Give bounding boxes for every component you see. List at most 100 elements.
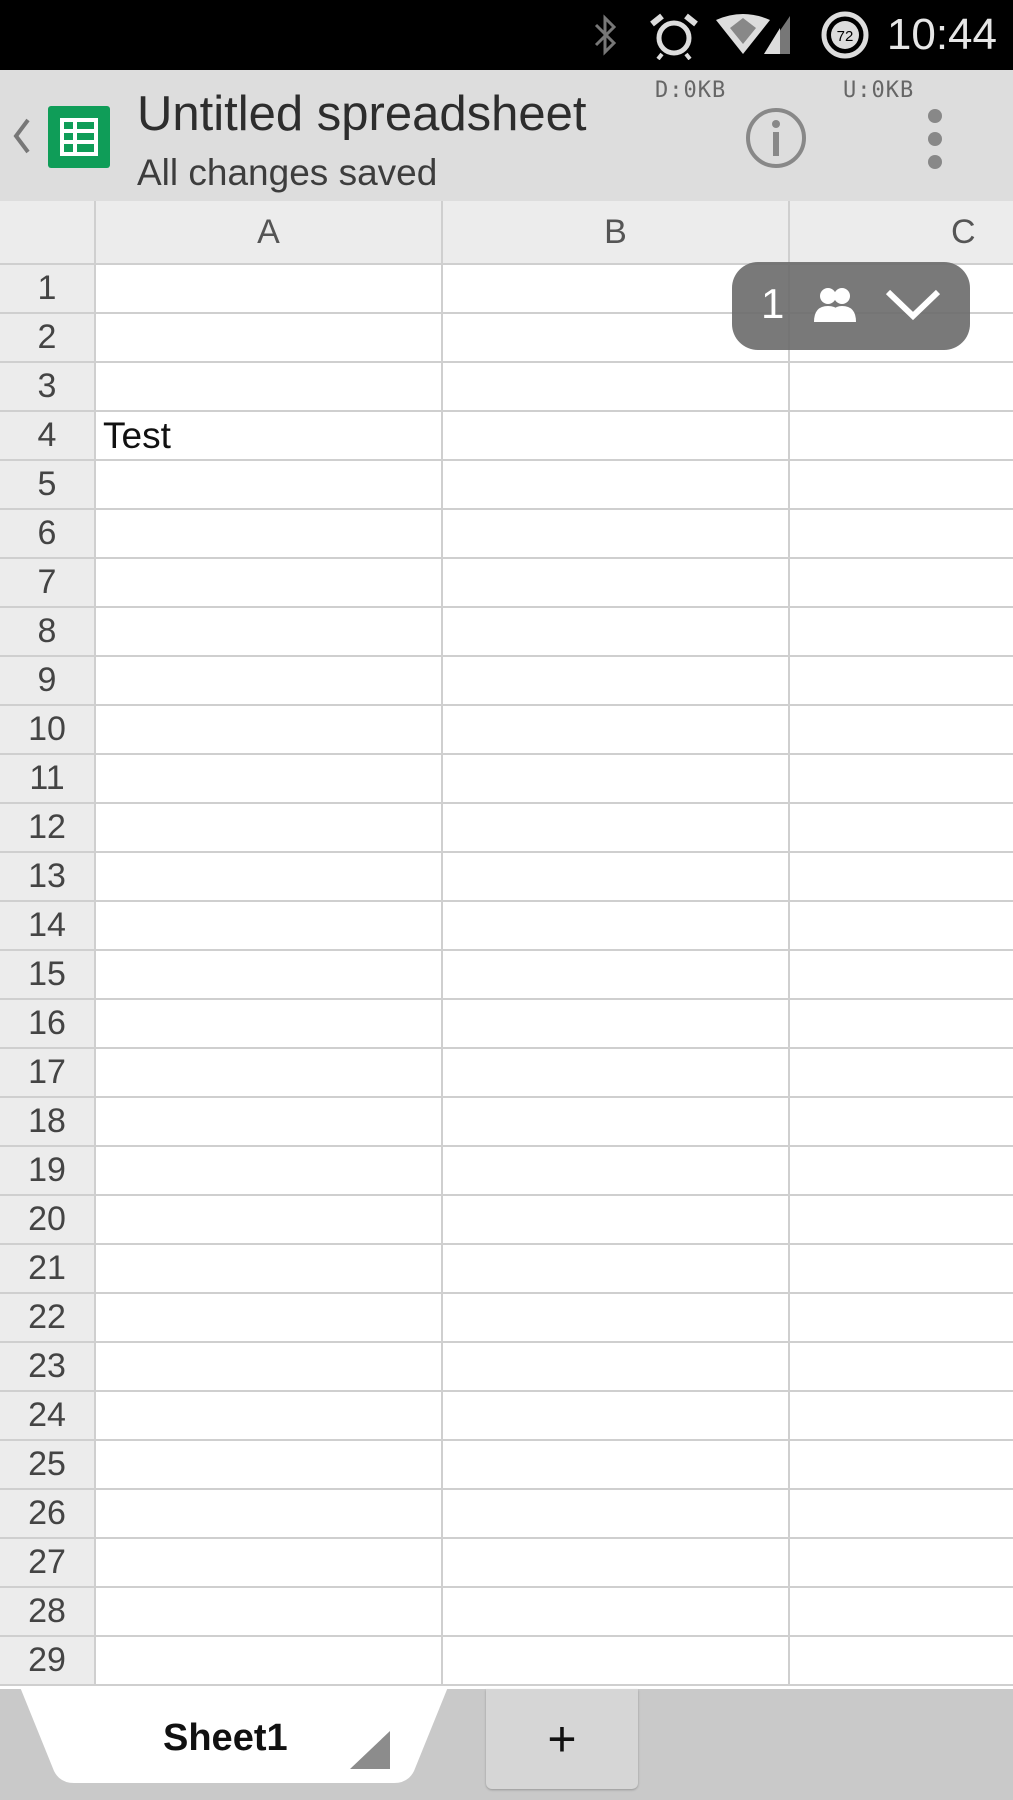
cell-a14[interactable] (96, 902, 443, 951)
row-header[interactable]: 20 (0, 1196, 96, 1245)
cell-a25[interactable] (96, 1441, 443, 1490)
cell-a22[interactable] (96, 1294, 443, 1343)
cell-b24[interactable] (443, 1392, 790, 1441)
cell-b11[interactable] (443, 755, 790, 804)
row-header[interactable]: 2 (0, 314, 96, 363)
cell-a23[interactable] (96, 1343, 443, 1392)
sheets-logo-icon[interactable] (48, 106, 110, 168)
info-button[interactable] (744, 106, 808, 170)
back-chevron-icon[interactable] (10, 116, 34, 161)
cell-a20[interactable] (96, 1196, 443, 1245)
cell-a1[interactable] (96, 265, 443, 314)
row-header[interactable]: 5 (0, 461, 96, 510)
column-header-c[interactable]: C (790, 201, 1013, 265)
cell-c23[interactable] (790, 1343, 1013, 1392)
cell-a3[interactable] (96, 363, 443, 412)
cell-a19[interactable] (96, 1147, 443, 1196)
overflow-menu-button[interactable] (922, 108, 948, 170)
cell-b20[interactable] (443, 1196, 790, 1245)
cell-b8[interactable] (443, 608, 790, 657)
cell-a4[interactable]: Test (96, 412, 443, 461)
cell-c21[interactable] (790, 1245, 1013, 1294)
cell-b27[interactable] (443, 1539, 790, 1588)
cell-b15[interactable] (443, 951, 790, 1000)
cell-b7[interactable] (443, 559, 790, 608)
cell-c27[interactable] (790, 1539, 1013, 1588)
row-header[interactable]: 16 (0, 1000, 96, 1049)
cell-b10[interactable] (443, 706, 790, 755)
cell-a26[interactable] (96, 1490, 443, 1539)
cell-c22[interactable] (790, 1294, 1013, 1343)
cell-a12[interactable] (96, 804, 443, 853)
cell-a8[interactable] (96, 608, 443, 657)
cell-a13[interactable] (96, 853, 443, 902)
cell-c25[interactable] (790, 1441, 1013, 1490)
row-header[interactable]: 9 (0, 657, 96, 706)
cell-a2[interactable] (96, 314, 443, 363)
row-header[interactable]: 17 (0, 1049, 96, 1098)
cell-b26[interactable] (443, 1490, 790, 1539)
cell-c12[interactable] (790, 804, 1013, 853)
row-header[interactable]: 1 (0, 265, 96, 314)
row-header[interactable]: 22 (0, 1294, 96, 1343)
select-all-corner[interactable] (0, 201, 96, 265)
cell-b25[interactable] (443, 1441, 790, 1490)
cell-c14[interactable] (790, 902, 1013, 951)
column-header-a[interactable]: A (96, 201, 443, 265)
cell-b5[interactable] (443, 461, 790, 510)
row-header[interactable]: 12 (0, 804, 96, 853)
cell-b12[interactable] (443, 804, 790, 853)
cell-c17[interactable] (790, 1049, 1013, 1098)
cell-c5[interactable] (790, 461, 1013, 510)
row-header[interactable]: 21 (0, 1245, 96, 1294)
cell-b6[interactable] (443, 510, 790, 559)
row-header[interactable]: 26 (0, 1490, 96, 1539)
cell-c7[interactable] (790, 559, 1013, 608)
cell-a29[interactable] (96, 1637, 443, 1686)
cell-a6[interactable] (96, 510, 443, 559)
row-header[interactable]: 15 (0, 951, 96, 1000)
row-header[interactable]: 19 (0, 1147, 96, 1196)
row-header[interactable]: 27 (0, 1539, 96, 1588)
cell-c9[interactable] (790, 657, 1013, 706)
cell-b14[interactable] (443, 902, 790, 951)
sheet-menu-triangle-icon[interactable] (350, 1731, 392, 1776)
cell-a5[interactable] (96, 461, 443, 510)
cell-c4[interactable] (790, 412, 1013, 461)
cell-b3[interactable] (443, 363, 790, 412)
cell-c26[interactable] (790, 1490, 1013, 1539)
cell-a17[interactable] (96, 1049, 443, 1098)
cell-c10[interactable] (790, 706, 1013, 755)
row-header[interactable]: 8 (0, 608, 96, 657)
cell-b19[interactable] (443, 1147, 790, 1196)
cell-b9[interactable] (443, 657, 790, 706)
cell-a16[interactable] (96, 1000, 443, 1049)
cell-b17[interactable] (443, 1049, 790, 1098)
cell-c20[interactable] (790, 1196, 1013, 1245)
cell-c19[interactable] (790, 1147, 1013, 1196)
row-header[interactable]: 24 (0, 1392, 96, 1441)
cell-a11[interactable] (96, 755, 443, 804)
row-header[interactable]: 10 (0, 706, 96, 755)
cell-b23[interactable] (443, 1343, 790, 1392)
cell-c18[interactable] (790, 1098, 1013, 1147)
column-header-b[interactable]: B (443, 201, 790, 265)
row-header[interactable]: 18 (0, 1098, 96, 1147)
cell-c29[interactable] (790, 1637, 1013, 1686)
cell-c13[interactable] (790, 853, 1013, 902)
cell-b29[interactable] (443, 1637, 790, 1686)
cell-a24[interactable] (96, 1392, 443, 1441)
cell-b4[interactable] (443, 412, 790, 461)
cell-a9[interactable] (96, 657, 443, 706)
cell-b16[interactable] (443, 1000, 790, 1049)
add-sheet-button[interactable]: + (486, 1689, 638, 1789)
cell-c24[interactable] (790, 1392, 1013, 1441)
document-title[interactable]: Untitled spreadsheet (137, 86, 586, 142)
row-header[interactable]: 7 (0, 559, 96, 608)
row-header[interactable]: 29 (0, 1637, 96, 1686)
cell-c15[interactable] (790, 951, 1013, 1000)
cell-a21[interactable] (96, 1245, 443, 1294)
cell-c3[interactable] (790, 363, 1013, 412)
cell-a15[interactable] (96, 951, 443, 1000)
row-header[interactable]: 23 (0, 1343, 96, 1392)
